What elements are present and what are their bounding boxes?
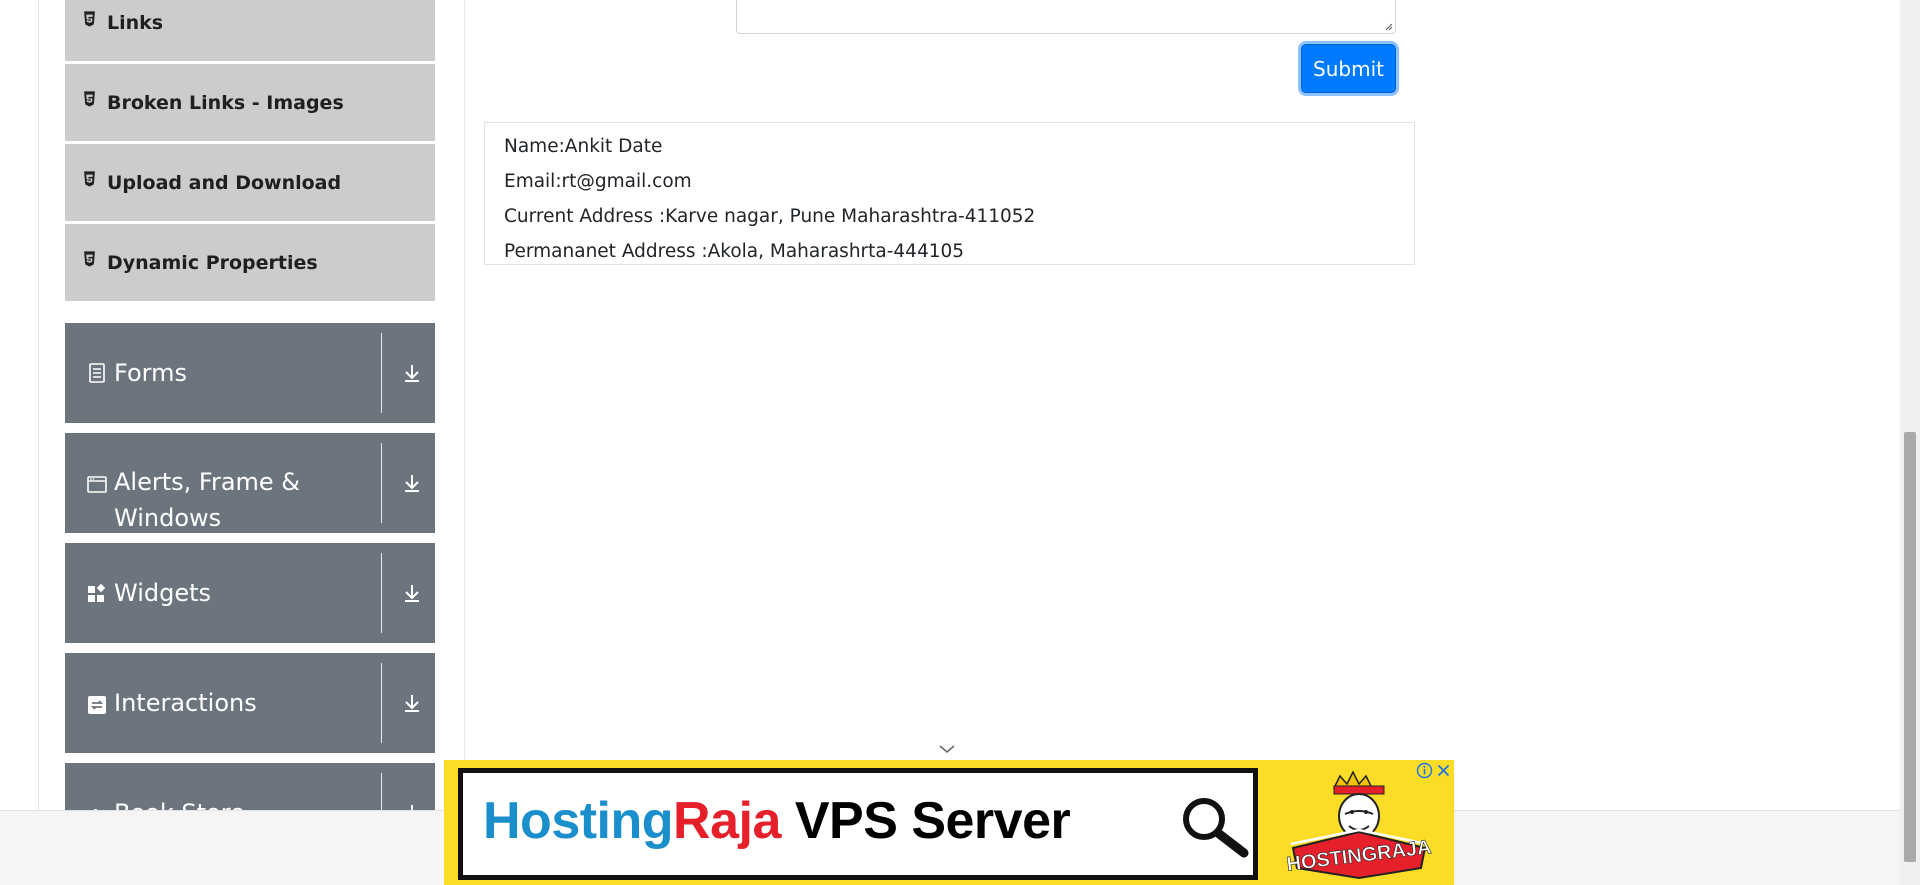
ad-brand-part2: Raja bbox=[673, 792, 781, 850]
page: Links Broken Links - Images Upload and D… bbox=[0, 0, 1920, 885]
sidebar-item-links[interactable]: Links bbox=[65, 0, 435, 62]
divider bbox=[381, 443, 382, 523]
scrollbar-thumb[interactable] bbox=[1904, 432, 1916, 862]
html5-icon bbox=[84, 250, 95, 267]
output-email: Email:rt@gmail.com bbox=[504, 171, 692, 192]
download-arrow-icon bbox=[405, 365, 419, 382]
ad-brand-part1: Hosting bbox=[483, 792, 674, 850]
vertical-scrollbar[interactable] bbox=[1900, 0, 1920, 885]
download-arrow-icon bbox=[405, 585, 419, 602]
sidebar-item-label: Dynamic Properties bbox=[107, 251, 318, 274]
group-label: Alerts, Frame & Windows bbox=[114, 468, 301, 532]
sidebar-item-label: Broken Links - Images bbox=[107, 91, 344, 114]
divider bbox=[381, 553, 382, 633]
ad-tagline: VPS Server bbox=[780, 792, 1071, 850]
group-label: Forms bbox=[114, 359, 187, 387]
sidebar-item-label: Upload and Download bbox=[107, 171, 342, 194]
output-box: Name:Ankit Date Email:rt@gmail.com Curre… bbox=[484, 122, 1415, 265]
output-name: Name:Ankit Date bbox=[504, 136, 663, 157]
download-arrow-icon bbox=[405, 695, 419, 712]
ad-close-icon[interactable] bbox=[1435, 762, 1452, 779]
download-arrow-icon bbox=[405, 475, 419, 492]
interactions-icon bbox=[88, 696, 106, 714]
output-permanent-address: Permananet Address :Akola, Maharashrta-4… bbox=[504, 241, 965, 262]
divider bbox=[381, 333, 382, 413]
chevron-down-icon[interactable] bbox=[938, 743, 956, 755]
ad-panel[interactable]: HostingRaja VPS Server bbox=[458, 768, 1258, 880]
permanent-address-textarea[interactable] bbox=[736, 0, 1396, 34]
divider bbox=[381, 663, 382, 743]
group-header-widgets[interactable]: Widgets bbox=[65, 543, 435, 643]
form-list-icon bbox=[89, 363, 105, 383]
sidebar-item-broken-links[interactable]: Broken Links - Images bbox=[65, 64, 435, 142]
ad-info-icon[interactable] bbox=[1416, 762, 1433, 779]
browser-window-icon bbox=[87, 476, 107, 493]
group-header-interactions[interactable]: Interactions bbox=[65, 653, 435, 753]
resize-grip-icon[interactable] bbox=[1383, 21, 1393, 31]
group-header-forms[interactable]: Forms bbox=[65, 323, 435, 423]
output-current-address: Current Address :Karve nagar, Pune Mahar… bbox=[504, 206, 1036, 227]
widgets-icon bbox=[88, 584, 106, 602]
hostingraja-logo: HOSTINGRAJA bbox=[1285, 770, 1433, 880]
html5-icon bbox=[84, 90, 95, 107]
group-label: Interactions bbox=[114, 689, 257, 717]
html5-icon bbox=[84, 170, 95, 187]
sidebar-item-label: Links bbox=[107, 11, 164, 34]
sidebar-item-upload-download[interactable]: Upload and Download bbox=[65, 144, 435, 222]
sidebar-item-dynamic-properties[interactable]: Dynamic Properties bbox=[65, 224, 435, 302]
group-label: Widgets bbox=[114, 579, 212, 607]
magnifier-icon bbox=[1183, 798, 1249, 858]
group-header-alerts[interactable]: Alerts, Frame & Windows bbox=[65, 433, 435, 533]
submit-button[interactable]: Submit bbox=[1301, 44, 1396, 93]
ad-headline: HostingRaja VPS Server bbox=[483, 791, 1071, 851]
html5-icon bbox=[84, 10, 95, 27]
ad-banner[interactable]: HostingRaja VPS Server HOSTINGRAJA bbox=[444, 760, 1454, 885]
